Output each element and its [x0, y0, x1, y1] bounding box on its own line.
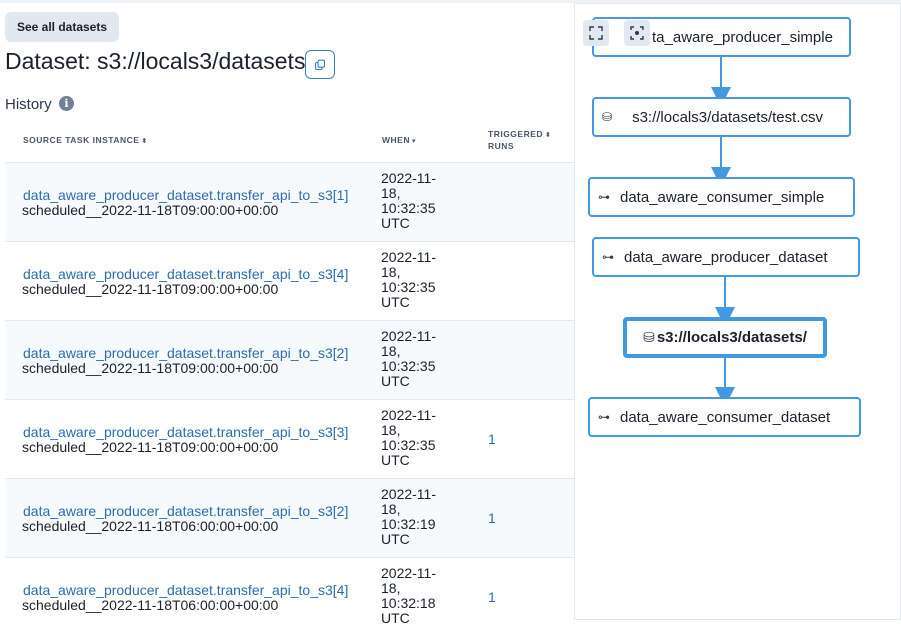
timestamp: 2022-11- 18, 10:32:35 UTC: [381, 250, 461, 310]
timestamp-tz: UTC: [381, 215, 410, 231]
run-id: scheduled__2022-11-18T09:00:00+00:00: [22, 281, 279, 297]
timestamp-date: 2022-11-: [381, 328, 437, 344]
timestamp: 2022-11- 18, 10:32:18 UTC: [381, 566, 461, 626]
task-instance-link[interactable]: data_aware_producer_dataset.transfer_api…: [23, 345, 348, 361]
timestamp-time: 10:32:35: [381, 358, 436, 374]
graph-node-consumer-dataset[interactable]: ⊶ data_aware_consumer_dataset: [588, 397, 861, 437]
sort-desc-icon: ▾: [411, 138, 416, 145]
sort-icon: ⬍: [141, 138, 148, 145]
run-id: scheduled__2022-11-18T09:00:00+00:00: [22, 360, 279, 376]
dataset-icon: ⛁: [602, 110, 613, 124]
timestamp-tz: UTC: [381, 531, 410, 547]
lineage-graph-panel[interactable]: ta_aware_producer_simple ⛁ s3://locals3/…: [574, 3, 901, 620]
sort-icon: ⬍: [545, 132, 552, 139]
triggered-runs-count[interactable]: 1: [488, 589, 496, 605]
timestamp-day: 18,: [381, 185, 401, 201]
focus-icon: [630, 26, 644, 40]
timestamp-tz: UTC: [381, 373, 410, 389]
timestamp-time: 10:32:18: [381, 595, 436, 611]
timestamp-day: 18,: [381, 422, 401, 438]
expand-icon: [589, 26, 603, 40]
task-instance-link[interactable]: data_aware_producer_dataset.transfer_api…: [23, 582, 348, 598]
node-label: s3://locals3/datasets/: [656, 329, 807, 346]
page-title: Dataset: s3://locals3/datasets/: [5, 48, 312, 74]
column-header-runs-label: RUNS: [488, 141, 515, 151]
run-id: scheduled__2022-11-18T09:00:00+00:00: [22, 439, 279, 455]
timestamp-day: 18,: [381, 343, 401, 359]
dag-icon: ⊶: [598, 410, 610, 424]
timestamp-time: 10:32:35: [381, 279, 436, 295]
graph-node-consumer-simple[interactable]: ⊶ data_aware_consumer_simple: [588, 177, 855, 217]
dataset-icon: ⛁: [643, 329, 655, 346]
timestamp-time: 10:32:35: [381, 437, 436, 453]
table-row: data_aware_producer_dataset.transfer_api…: [5, 478, 574, 557]
graph-node-producer-dataset[interactable]: ⊶ data_aware_producer_dataset: [592, 237, 860, 277]
graph-node-dataset-test-csv[interactable]: ⛁ s3://locals3/datasets/test.csv: [592, 97, 851, 137]
timestamp-day: 18,: [381, 580, 401, 596]
column-header-triggered-label: TRIGGERED: [488, 129, 544, 139]
table-row: data_aware_producer_dataset.transfer_api…: [5, 320, 574, 399]
task-instance-link[interactable]: data_aware_producer_dataset.transfer_api…: [23, 266, 348, 282]
history-heading: History: [5, 96, 52, 113]
fit-view-button[interactable]: [583, 20, 609, 46]
timestamp: 2022-11- 18, 10:32:19 UTC: [381, 487, 461, 547]
task-instance-link[interactable]: data_aware_producer_dataset.transfer_api…: [23, 503, 348, 519]
run-id: scheduled__2022-11-18T09:00:00+00:00: [22, 202, 279, 218]
copy-uri-button[interactable]: [305, 50, 335, 79]
timestamp: 2022-11- 18, 10:32:35 UTC: [381, 171, 461, 231]
timestamp: 2022-11- 18, 10:32:35 UTC: [381, 329, 461, 389]
timestamp-tz: UTC: [381, 294, 410, 310]
column-header-when-label: WHEN: [382, 135, 410, 145]
column-header-source[interactable]: SOURCE TASK INSTANCE ⬍: [23, 135, 148, 145]
timestamp-day: 18,: [381, 501, 401, 517]
column-header-source-label: SOURCE TASK INSTANCE: [23, 135, 140, 145]
table-row: data_aware_producer_dataset.transfer_api…: [5, 399, 574, 478]
see-all-datasets-button[interactable]: See all datasets: [5, 12, 119, 42]
table-row: data_aware_producer_dataset.transfer_api…: [5, 241, 574, 320]
timestamp-time: 10:32:19: [381, 516, 436, 532]
timestamp-date: 2022-11-: [381, 486, 437, 502]
timestamp-date: 2022-11-: [381, 170, 437, 186]
node-label: s3://locals3/datasets/test.csv: [632, 108, 823, 126]
info-icon[interactable]: i: [59, 96, 74, 111]
dag-icon: ⊶: [602, 250, 614, 264]
table-row: data_aware_producer_dataset.transfer_api…: [5, 557, 574, 628]
node-label: data_aware_consumer_simple: [620, 188, 825, 206]
timestamp-date: 2022-11-: [381, 249, 437, 265]
dag-icon: ⊶: [598, 190, 610, 204]
timestamp-tz: UTC: [381, 610, 410, 626]
timestamp-time: 10:32:35: [381, 200, 436, 216]
table-row: data_aware_producer_dataset.transfer_api…: [5, 162, 574, 241]
timestamp: 2022-11- 18, 10:32:35 UTC: [381, 408, 461, 468]
triggered-runs-count[interactable]: 1: [488, 431, 496, 447]
node-label: ta_aware_producer_simple: [652, 28, 833, 46]
task-instance-link[interactable]: data_aware_producer_dataset.transfer_api…: [23, 424, 348, 440]
node-label: data_aware_consumer_dataset: [620, 408, 831, 426]
timestamp-tz: UTC: [381, 452, 410, 468]
timestamp-day: 18,: [381, 264, 401, 280]
timestamp-date: 2022-11-: [381, 407, 437, 423]
column-header-when[interactable]: WHEN ▾: [382, 135, 416, 145]
graph-node-dataset-current[interactable]: ⛁ s3://locals3/datasets/: [623, 317, 827, 358]
task-instance-link[interactable]: data_aware_producer_dataset.transfer_api…: [23, 187, 348, 203]
triggered-runs-count[interactable]: 1: [488, 510, 496, 526]
timestamp-date: 2022-11-: [381, 565, 437, 581]
run-id: scheduled__2022-11-18T06:00:00+00:00: [22, 518, 279, 534]
copy-icon: [314, 59, 326, 70]
column-header-triggered-runs[interactable]: TRIGGERED ⬍ RUNS: [488, 129, 551, 152]
node-label: data_aware_producer_dataset: [624, 248, 828, 266]
run-id: scheduled__2022-11-18T06:00:00+00:00: [22, 597, 279, 613]
center-view-button[interactable]: [624, 20, 650, 46]
